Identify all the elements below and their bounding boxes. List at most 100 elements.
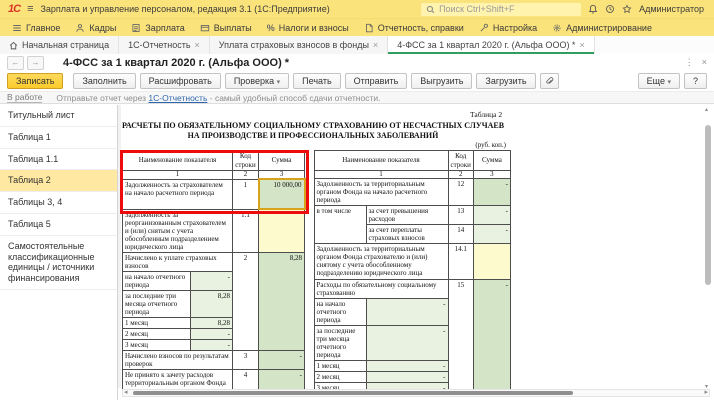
notifications-bell-icon[interactable] <box>588 4 598 14</box>
sidebar-item-table1-1[interactable]: Таблица 1.1 <box>0 149 117 171</box>
forward-button[interactable]: → <box>27 56 44 70</box>
row2-month-cell[interactable]: - <box>191 329 233 340</box>
sidebar-item-table5[interactable]: Таблица 5 <box>0 214 117 236</box>
row2-month-cell[interactable]: 8,28 <box>191 318 233 329</box>
1c-logo: 1С <box>8 3 20 15</box>
row3-sum-cell[interactable]: - <box>259 351 305 370</box>
more-button[interactable]: Еще ▾ <box>638 73 680 89</box>
row13-sum-cell[interactable]: - <box>473 206 510 225</box>
row15-sub-cell[interactable]: - <box>366 298 448 325</box>
row2-sum-cell[interactable]: 8,28 <box>259 252 305 350</box>
menu-item-taxes[interactable]: % Налоги и взносы <box>267 23 349 33</box>
scroll-up-icon[interactable]: ▴ <box>705 107 708 113</box>
global-search-input[interactable]: Поиск Ctrl+Shift+F <box>421 3 581 16</box>
report-state-link[interactable]: В работе <box>7 92 42 103</box>
export-button[interactable]: Выгрузить <box>411 73 472 89</box>
col-header-code: Код строки <box>448 151 473 171</box>
sidebar-item-table1[interactable]: Таблица 1 <box>0 127 117 149</box>
form-title: 4-ФСС за 1 квартал 2020 г. (Альфа ООО) * <box>63 57 289 69</box>
menu-label: Зарплата <box>145 23 184 33</box>
row15-month-cell[interactable]: - <box>366 360 448 371</box>
row1-1-name: Задолженность за реорганизованным страхо… <box>123 209 233 252</box>
row14-1-name: Задолженность за территориальным органом… <box>314 244 448 279</box>
1c-reporting-link[interactable]: 1С-Отчетность <box>148 93 207 103</box>
help-button[interactable]: ? <box>684 73 707 89</box>
save-button[interactable]: Записать <box>7 73 63 89</box>
row2-sub-cell[interactable]: 8,28 <box>191 290 233 317</box>
card-icon <box>200 23 210 33</box>
row13-name: за счет превышения расходов <box>366 206 448 225</box>
fill-button[interactable]: Заполнить <box>73 73 135 89</box>
favorites-star-icon[interactable] <box>622 4 632 14</box>
scroll-left-icon[interactable]: ◂ <box>124 388 128 396</box>
tab-contributions-payment[interactable]: Уплата страховых взносов в фонды × <box>210 36 388 54</box>
vertical-scrollbar[interactable]: ▴ ▾ <box>705 115 712 388</box>
tab-4fss-report[interactable]: 4-ФСС за 1 квартал 2020 г. (Альфа ООО) *… <box>388 36 595 54</box>
menu-item-administration[interactable]: Администрирование <box>552 23 652 33</box>
decrypt-button[interactable]: Расшифровать <box>140 73 221 89</box>
row13-code: 13 <box>448 206 473 225</box>
window-titlebar: 1С ≡ Зарплата и управление персоналом, р… <box>0 0 714 18</box>
sidebar-item-classification-units[interactable]: Самостоятельные классификационные единиц… <box>0 236 117 290</box>
form-more-icon[interactable]: ⋮ <box>685 57 694 68</box>
row1-1-sum-cell[interactable] <box>259 209 305 252</box>
row15-code: 15 <box>448 279 473 390</box>
form-header: ← → 4-ФСС за 1 квартал 2020 г. (Альфа ОО… <box>0 54 714 71</box>
menu-item-salary[interactable]: Зарплата <box>131 23 184 33</box>
scroll-right-icon[interactable]: ▸ <box>704 388 708 396</box>
vertical-scroll-thumb[interactable] <box>705 125 711 285</box>
row14-sum-cell[interactable]: - <box>473 225 510 244</box>
status-hint: Отправьте отчет через 1С-Отчетность - са… <box>56 93 380 103</box>
row14-code: 14 <box>448 225 473 244</box>
row2-month-cell[interactable]: - <box>191 340 233 351</box>
close-icon[interactable]: × <box>373 40 378 50</box>
check-button[interactable]: Проверка ▾ <box>225 73 289 89</box>
horizontal-scrollbar[interactable]: ◂ ▸ <box>122 389 710 397</box>
attachments-button[interactable] <box>540 73 559 89</box>
menu-label: Кадры <box>89 23 116 33</box>
row12-code: 12 <box>448 179 473 206</box>
row4-sum-cell[interactable]: - <box>259 370 305 390</box>
row4-name: Не принято к зачету расходов территориал… <box>123 370 233 390</box>
menu-label: Налоги и взносы <box>279 23 349 33</box>
close-icon[interactable]: × <box>579 40 584 50</box>
row14-1-sum-cell[interactable] <box>473 244 510 279</box>
chevron-down-icon: ▾ <box>277 79 281 86</box>
form-close-icon[interactable]: × <box>702 57 707 68</box>
search-icon <box>426 5 435 14</box>
horizontal-scroll-thumb[interactable] <box>133 391 573 395</box>
row15-sub-cell[interactable]: - <box>366 325 448 360</box>
import-button[interactable]: Загрузить <box>476 73 535 89</box>
sidebar-item-table2[interactable]: Таблица 2 <box>0 170 117 192</box>
row2-month-label: 2 месяц <box>123 329 191 340</box>
send-button[interactable]: Отправить <box>345 73 408 89</box>
row2-sub-label: за последние три месяца отчетного период… <box>123 290 191 317</box>
menu-label: Администрирование <box>566 23 652 33</box>
tab-home[interactable]: Начальная страница <box>0 36 119 54</box>
row12-sum-cell[interactable]: - <box>473 179 510 206</box>
menu-item-staff[interactable]: Кадры <box>75 23 116 33</box>
menu-item-main[interactable]: Главное <box>12 23 60 33</box>
col-number: 1 <box>123 171 233 180</box>
menu-item-settings[interactable]: Настройка <box>479 23 537 33</box>
close-icon[interactable]: × <box>195 40 200 50</box>
row1-1-code: 1.1 <box>233 209 259 252</box>
row2-sub-cell[interactable]: - <box>191 271 233 290</box>
sidebar-item-title-page[interactable]: Титульный лист <box>0 105 117 127</box>
tab-1c-reporting[interactable]: 1С-Отчетность × <box>119 36 210 54</box>
system-menu-icon[interactable]: ≡ <box>27 4 33 14</box>
sidebar-item-tables3-4[interactable]: Таблицы 3, 4 <box>0 192 117 214</box>
row1-sum-cell[interactable]: 10 000,00 <box>259 179 305 209</box>
row15-month-cell[interactable]: - <box>366 371 448 382</box>
row15-sub-label: на начало отчетного периода <box>314 298 366 325</box>
menu-item-payments[interactable]: Выплаты <box>200 23 252 33</box>
back-button[interactable]: ← <box>7 56 24 70</box>
current-user-label[interactable]: Администратор <box>639 4 704 14</box>
menu-item-reporting[interactable]: Отчетность, справки <box>364 23 464 33</box>
row3-name: Начислено взносов по результатам проверо… <box>123 351 233 370</box>
history-clock-icon[interactable] <box>605 4 615 14</box>
search-placeholder: Поиск Ctrl+Shift+F <box>439 4 514 14</box>
document-icon <box>364 23 374 33</box>
print-button[interactable]: Печать <box>293 73 340 89</box>
row15-sum-cell[interactable]: - <box>473 279 510 390</box>
